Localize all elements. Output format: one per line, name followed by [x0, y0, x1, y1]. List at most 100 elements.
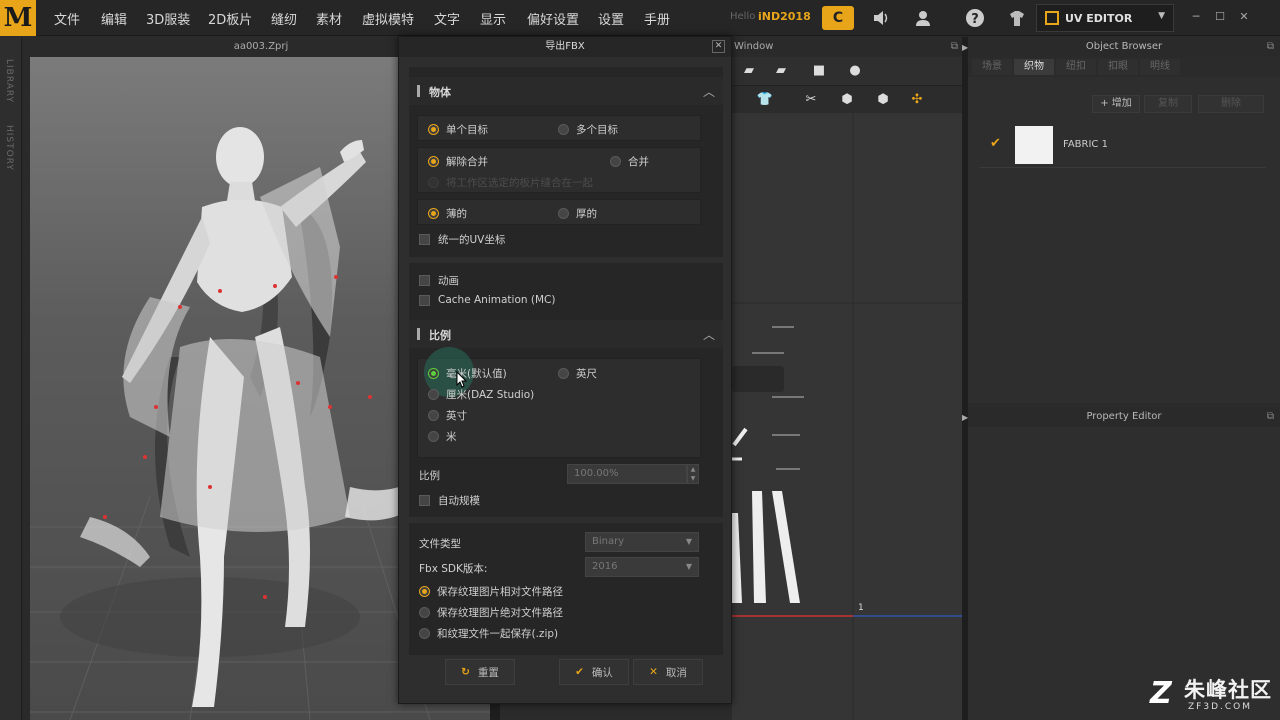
close-icon[interactable]: ✕	[1234, 10, 1254, 26]
unmerge-radio[interactable]	[428, 156, 439, 167]
section-marker	[417, 328, 420, 340]
app-logo[interactable]: M	[0, 0, 36, 36]
menu-file[interactable]: 文件	[54, 9, 80, 28]
speaker-icon[interactable]	[868, 6, 894, 30]
scale-stepper[interactable]: ▲ ▼	[687, 464, 699, 484]
animation-option[interactable]: 动画	[419, 273, 459, 288]
fold-tool-icon[interactable]: ⬢	[836, 90, 858, 110]
unified-uv-checkbox[interactable]	[419, 234, 430, 245]
add-button[interactable]: + 增加	[1092, 95, 1140, 113]
user-name[interactable]: iND2018	[758, 10, 811, 23]
garment-icon[interactable]	[1004, 6, 1030, 30]
save-zip-option[interactable]: 和纹理文件一起保存(.zip)	[419, 626, 558, 641]
tab-button[interactable]: 纽扣	[1056, 59, 1096, 75]
save-relative-option[interactable]: 保存纹理图片相对文件路径	[419, 584, 563, 599]
unmerge-option[interactable]: 解除合并	[428, 154, 488, 169]
multi-target-radio[interactable]	[558, 124, 569, 135]
scale-label: 比例	[419, 470, 440, 482]
window-2d-canvas[interactable]: 1	[732, 113, 962, 720]
menu-settings[interactable]: 设置	[598, 9, 624, 28]
inch-option[interactable]: 英寸	[428, 408, 467, 423]
cache-animation-checkbox[interactable]	[419, 294, 430, 306]
cache-animation-option[interactable]: Cache Animation (MC)	[419, 294, 555, 306]
reset-button[interactable]: ↻ 重置	[445, 659, 515, 685]
merge-option[interactable]: 合并	[610, 154, 649, 169]
cloud-icon[interactable]: C	[822, 6, 854, 30]
history-tab[interactable]: HISTORY	[4, 125, 14, 171]
menu-preferences[interactable]: 偏好设置	[527, 9, 579, 28]
polygon-tool-icon[interactable]: ▰	[770, 61, 792, 81]
cancel-button[interactable]: ✕ 取消	[633, 659, 703, 685]
mm-radio[interactable]	[428, 368, 439, 379]
merge-radio[interactable]	[610, 156, 621, 167]
meter-radio[interactable]	[428, 431, 439, 442]
maximize-icon[interactable]: ☐	[1210, 10, 1230, 26]
menu-edit[interactable]: 编辑	[101, 9, 127, 28]
chevron-up-icon[interactable]: ︿	[703, 326, 715, 343]
unified-uv-option[interactable]: 统一的UV坐标	[419, 232, 505, 247]
arrange-tool-icon[interactable]: ⬢	[872, 90, 894, 110]
help-icon[interactable]: ?	[962, 6, 988, 30]
expand-icon[interactable]: ⧉	[1267, 407, 1274, 427]
garment-tool-icon[interactable]: 👕	[754, 90, 776, 110]
workspace-selector[interactable]: UV EDITOR ▼	[1036, 4, 1174, 32]
rectangle-tool-icon[interactable]: ■	[808, 61, 830, 81]
meter-option[interactable]: 米	[428, 429, 457, 444]
expand-icon[interactable]: ⧉	[951, 37, 958, 57]
cm-radio[interactable]	[428, 389, 439, 400]
circle-tool-icon[interactable]: ●	[844, 61, 866, 81]
sew-tool-icon[interactable]: ✂	[800, 90, 822, 110]
file-type-select[interactable]: Binary ▼	[585, 532, 699, 552]
thin-option[interactable]: 薄的	[428, 206, 467, 221]
menu-2d-pattern[interactable]: 2D板片	[208, 9, 252, 28]
menu-materials[interactable]: 素材	[316, 9, 342, 28]
minimize-icon[interactable]: ─	[1186, 10, 1206, 26]
single-target-option[interactable]: 单个目标	[428, 122, 488, 137]
save-absolute-radio[interactable]	[419, 607, 430, 618]
single-target-radio[interactable]	[428, 124, 439, 135]
ok-button[interactable]: ✔ 确认	[559, 659, 629, 685]
auto-scale-checkbox[interactable]	[419, 495, 430, 506]
save-zip-radio[interactable]	[419, 628, 430, 639]
pattern-tool-icon[interactable]: ▰	[738, 61, 760, 81]
tab-scene[interactable]: 场景	[972, 59, 1012, 75]
tab-topstitch[interactable]: 明线	[1140, 59, 1180, 75]
animation-checkbox[interactable]	[419, 275, 430, 286]
fabric-list-item[interactable]: ✔ FABRIC 1	[980, 122, 1266, 168]
menu-3d-garment[interactable]: 3D服装	[146, 9, 190, 28]
expand-icon[interactable]: ⧉	[1267, 37, 1274, 57]
cm-option[interactable]: 厘米(DAZ Studio)	[428, 387, 534, 402]
thick-option[interactable]: 厚的	[558, 206, 597, 221]
menu-avatar[interactable]: 虚拟模特	[362, 9, 414, 28]
chevron-up-icon[interactable]: ︿	[703, 83, 715, 100]
inch-radio[interactable]	[428, 410, 439, 421]
auto-scale-option[interactable]: 自动规模	[419, 493, 480, 508]
copy-button[interactable]: 复制	[1144, 95, 1192, 113]
thin-radio[interactable]	[428, 208, 439, 219]
cancel-label: 取消	[665, 666, 687, 679]
save-relative-radio[interactable]	[419, 586, 430, 597]
menu-sewing[interactable]: 缝纫	[271, 9, 297, 28]
object-section-header[interactable]: 物体 ︿	[409, 77, 723, 105]
object-section-title: 物体	[429, 86, 451, 99]
tab-fabric[interactable]: 织物	[1014, 59, 1054, 75]
object-browser-title: Object Browser ⧉	[968, 37, 1280, 57]
close-icon[interactable]: ✕	[712, 40, 725, 53]
feet-radio[interactable]	[558, 368, 569, 379]
menu-text[interactable]: 文字	[434, 9, 460, 28]
thick-radio[interactable]	[558, 208, 569, 219]
pin-tool-icon[interactable]: ✣	[906, 90, 928, 110]
multi-target-option[interactable]: 多个目标	[558, 122, 618, 137]
scale-input[interactable]: 100.00%	[567, 464, 687, 484]
feet-option[interactable]: 英尺	[558, 366, 597, 381]
save-absolute-option[interactable]: 保存纹理图片绝对文件路径	[419, 605, 563, 620]
scale-section-header[interactable]: 比例 ︿	[409, 320, 723, 348]
menu-display[interactable]: 显示	[480, 9, 506, 28]
menu-manual[interactable]: 手册	[644, 9, 670, 28]
user-icon[interactable]	[910, 6, 936, 30]
tab-buttonhole[interactable]: 扣眼	[1098, 59, 1138, 75]
sdk-version-select[interactable]: 2016 ▼	[585, 557, 699, 577]
dialog-title: 导出FBX	[399, 37, 731, 57]
library-tab[interactable]: LIBRARY	[4, 59, 14, 103]
delete-button[interactable]: 删除	[1198, 95, 1264, 113]
